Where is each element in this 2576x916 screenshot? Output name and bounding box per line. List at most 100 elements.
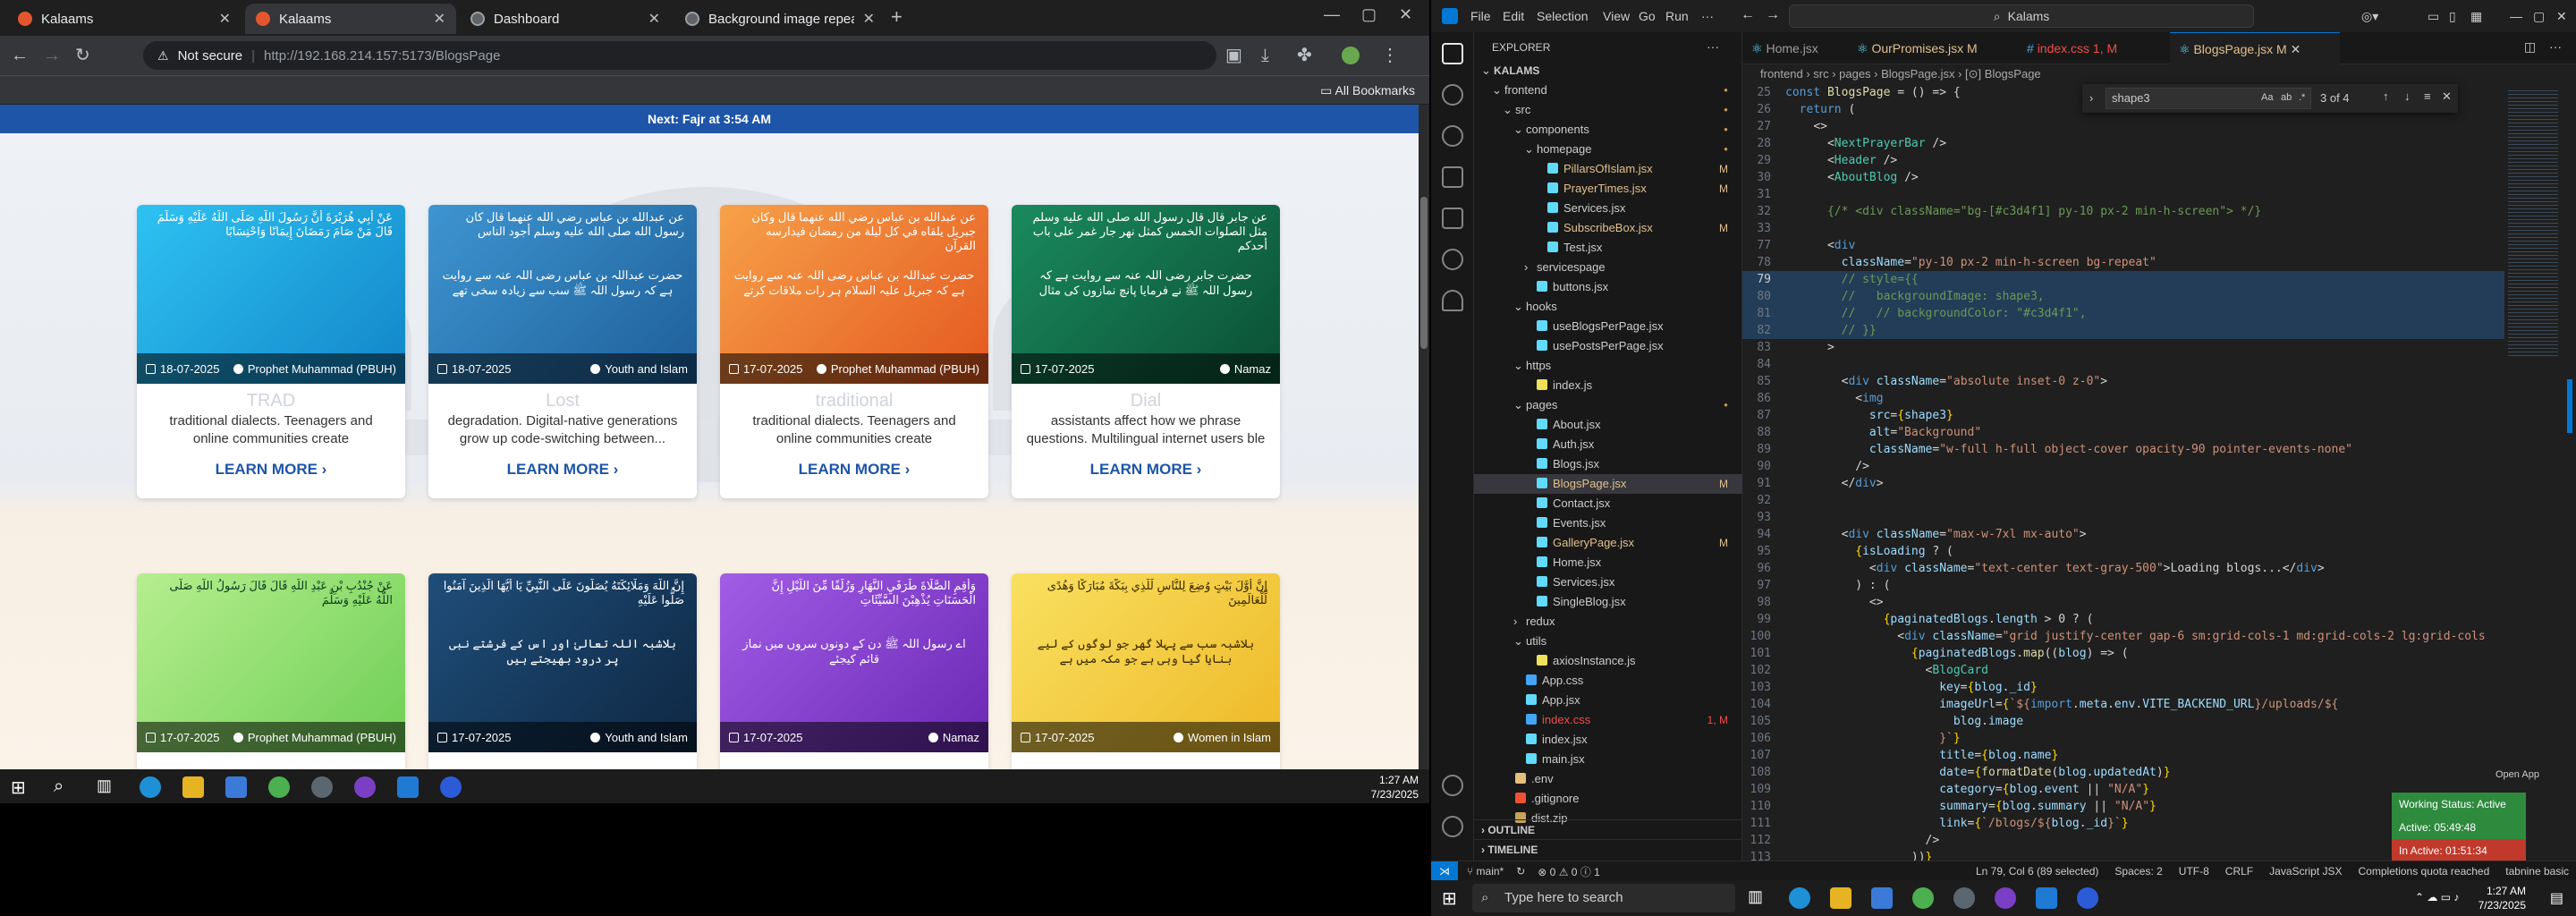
more-menu-icon[interactable]: ··· xyxy=(1701,9,1714,23)
menu-selection[interactable]: Selection xyxy=(1537,9,1589,23)
code-line[interactable]: 87 src={shape3} xyxy=(1742,407,2547,424)
maximize-icon[interactable]: ▢ xyxy=(2533,9,2545,24)
code-line[interactable]: 103 key={blog._id} xyxy=(1742,679,2547,696)
taskbar-clock[interactable]: 1:27 AM 7/23/2025 xyxy=(2479,884,2526,912)
blog-card[interactable]: عَنْ جُنْدُبِ بْنِ عَبْدِ اللَّهِ قَالَ … xyxy=(137,573,405,769)
github-icon[interactable] xyxy=(1442,249,1463,270)
close-window-icon[interactable]: ✕ xyxy=(1399,5,1412,24)
vscode-icon[interactable] xyxy=(2036,887,2057,909)
tree-folder[interactable]: ⌄ hooks xyxy=(1474,297,1742,317)
store-icon[interactable] xyxy=(225,776,247,798)
code-line[interactable]: 96 <div className="text-center text-gray… xyxy=(1742,560,2547,577)
line-ending[interactable]: CRLF xyxy=(2225,865,2253,878)
blog-card[interactable]: إِنَّ أَوَّلَ بَيْتٍ وُضِعَ لِلنَّاسِ لَ… xyxy=(1012,573,1280,769)
kebab-menu-icon[interactable]: ⋮ xyxy=(1381,45,1399,66)
code-line[interactable]: 30 <AboutBlog /> xyxy=(1742,169,2547,186)
code-line[interactable]: 94 <div className="max-w-7xl mx-auto"> xyxy=(1742,526,2547,543)
code-line[interactable]: 80 // backgroundImage: shape3, xyxy=(1742,288,2547,305)
whole-word-icon[interactable]: ab xyxy=(2281,92,2292,103)
app-icon[interactable] xyxy=(311,776,333,798)
encoding[interactable]: UTF-8 xyxy=(2179,865,2209,878)
close-icon[interactable]: ✕ xyxy=(219,10,231,28)
layout-sidebar-icon[interactable]: ▯ xyxy=(2449,9,2456,24)
tree-file[interactable]: .gitignore xyxy=(1474,789,1742,809)
code-line[interactable]: 28 <NextPrayerBar /> xyxy=(1742,135,2547,152)
tree-folder[interactable]: ⌄ KALAMS xyxy=(1474,61,1742,81)
code-line[interactable]: 101 {paginatedBlogs.map((blog) => ( xyxy=(1742,645,2547,662)
blog-card[interactable]: عَنْ أَبِي هُرَيْرَةَ أَنَّ رَسُولَ اللَ… xyxy=(137,205,405,498)
minimize-icon[interactable]: — xyxy=(2510,9,2522,23)
code-line[interactable]: 105 blog.image xyxy=(1742,713,2547,730)
page-scrollbar-thumb[interactable] xyxy=(1420,197,1428,349)
address-bar[interactable]: ⚠ Not secure | http://192.168.214.157:51… xyxy=(143,41,1216,70)
reload-icon[interactable]: ↻ xyxy=(75,45,90,66)
github-desktop-icon[interactable] xyxy=(354,776,376,798)
download-icon[interactable]: ⤓ xyxy=(1261,45,1269,66)
account-icon[interactable] xyxy=(1442,775,1463,796)
code-line[interactable]: 100 <div className="grid justify-center … xyxy=(1742,628,2547,645)
editor-tab-indexcss[interactable]: # index.css 1, M xyxy=(2018,32,2170,64)
system-tray-icons[interactable]: ⌃ ☁ ▭ ♪ xyxy=(2415,891,2459,903)
open-app-label[interactable]: Open App xyxy=(2496,769,2539,780)
tree-file[interactable]: PillarsOfIslam.jsx M xyxy=(1474,159,1742,179)
tree-file[interactable]: App.jsx xyxy=(1474,691,1742,710)
indent-setting[interactable]: Spaces: 2 xyxy=(2114,865,2162,878)
code-line[interactable]: 84 xyxy=(1742,356,2547,373)
file-explorer-icon[interactable] xyxy=(1830,887,1852,909)
arrow-down-icon[interactable]: ↓ xyxy=(2404,89,2411,103)
code-line[interactable]: 90 /> xyxy=(1742,458,2547,475)
extensions-icon[interactable] xyxy=(1442,208,1463,229)
outline-section[interactable]: › OUTLINE xyxy=(1474,819,1742,839)
code-line[interactable]: 99 {paginatedBlogs.length > 0 ? ( xyxy=(1742,611,2547,628)
close-icon[interactable]: ✕ xyxy=(434,10,445,28)
editor-scrollbar[interactable] xyxy=(2565,84,2576,861)
back-arrow-icon[interactable]: ← xyxy=(11,45,29,66)
menu-edit[interactable]: Edit xyxy=(1503,9,1524,23)
close-window-icon[interactable]: ✕ xyxy=(2556,9,2567,24)
tabnine-status[interactable]: tabnine basic xyxy=(2505,865,2569,878)
tree-file[interactable]: About.jsx xyxy=(1474,415,1742,435)
tree-file[interactable]: Blogs.jsx xyxy=(1474,454,1742,474)
tree-file[interactable]: SubscribeBox.jsx M xyxy=(1474,218,1742,238)
menu-go[interactable]: Go xyxy=(1639,9,1656,23)
chrome-icon[interactable] xyxy=(1912,887,1934,909)
puzzle-icon[interactable]: ✤ xyxy=(1297,45,1312,66)
chrome-tab-4[interactable]: Background image repeat ✕ xyxy=(674,4,886,34)
tree-file[interactable]: Services.jsx xyxy=(1474,199,1742,218)
code-line[interactable]: 86 <img xyxy=(1742,390,2547,407)
code-line[interactable]: 108 date={formatDate(blog.updatedAt)} xyxy=(1742,764,2547,781)
tree-folder[interactable]: ⌄ https xyxy=(1474,356,1742,376)
menu-view[interactable]: View xyxy=(1603,9,1630,23)
code-line[interactable]: 79 // style={{ xyxy=(1742,271,2547,288)
selection-filter-icon[interactable]: ≡ xyxy=(2424,89,2431,103)
editor-tab-home[interactable]: ⚛ Home.jsx xyxy=(1742,32,1848,64)
breadcrumb[interactable]: frontend › src › pages › BlogsPage.jsx ›… xyxy=(1742,64,2576,84)
tree-folder[interactable]: ⌄ frontend ● xyxy=(1474,81,1742,100)
tree-file[interactable]: BlogsPage.jsx M xyxy=(1474,474,1742,494)
tree-file[interactable]: Auth.jsx xyxy=(1474,435,1742,454)
search-icon[interactable] xyxy=(1442,84,1463,106)
tree-file[interactable]: index.jsx xyxy=(1474,730,1742,750)
code-line[interactable]: 89 className="w-full h-full object-cover… xyxy=(1742,441,2547,458)
menu-file[interactable]: File xyxy=(1470,9,1491,23)
code-line[interactable]: 102 <BlogCard xyxy=(1742,662,2547,679)
close-icon[interactable]: ✕ xyxy=(2442,89,2452,104)
more-actions-icon[interactable]: ··· xyxy=(1707,39,1719,54)
run-debug-icon[interactable] xyxy=(1442,166,1463,188)
tabnine-icon[interactable] xyxy=(1442,290,1463,311)
code-line[interactable]: 95 {isLoading ? ( xyxy=(1742,543,2547,560)
explorer-files-icon[interactable] xyxy=(1442,43,1463,64)
language-mode[interactable]: JavaScript JSX xyxy=(2269,865,2342,878)
remote-icon[interactable]: ⋊ xyxy=(1431,861,1458,880)
chrome-icon[interactable] xyxy=(268,776,290,798)
tree-file[interactable]: index.js xyxy=(1474,376,1742,395)
match-case-icon[interactable]: Aa xyxy=(2261,92,2273,103)
blog-card[interactable]: إِنَّ اللَّهَ وَمَلَائِكَتَهُ يُصَلُّونَ… xyxy=(428,573,697,769)
chevron-right-icon[interactable]: › xyxy=(2089,91,2093,105)
tree-file[interactable]: Test.jsx xyxy=(1474,238,1742,258)
arrow-up-icon[interactable]: ↑ xyxy=(2383,89,2389,103)
code-editor[interactable]: 25 const BlogsPage = () => {26 return (27… xyxy=(1742,84,2547,864)
regex-icon[interactable]: .* xyxy=(2299,92,2305,103)
tree-file[interactable]: PrayerTimes.jsx M xyxy=(1474,179,1742,199)
file-explorer-icon[interactable] xyxy=(182,776,204,798)
